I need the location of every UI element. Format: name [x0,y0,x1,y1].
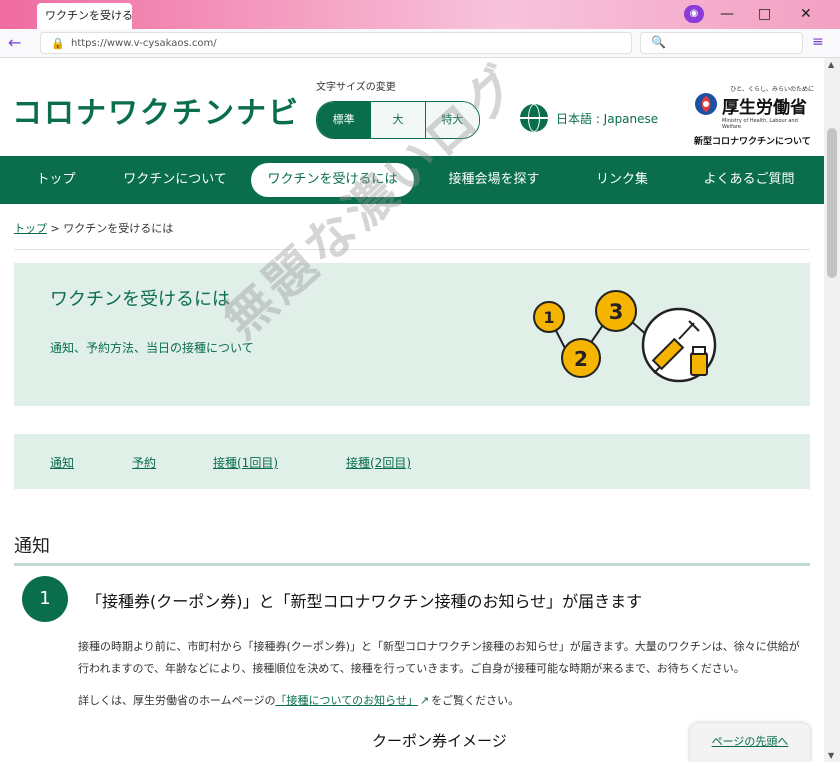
address-bar[interactable]: 🔒 https://www.v-cysakaos.com/ [40,32,632,54]
detail-prefix: 詳しくは、厚生労働省のホームページの [78,694,276,707]
font-size-large-button[interactable]: 大 [370,102,425,138]
browser-toolbar: ← 🔒 https://www.v-cysakaos.com/ 🔍 ≡ [0,29,840,58]
scrollbar-thumb[interactable] [827,128,837,278]
nav-item-faq[interactable]: よくあるご質問 [690,156,808,204]
font-size-label: 文字サイズの変更 [316,82,396,93]
anchor-first-dose[interactable]: 接種(1回目) [213,454,278,471]
close-icon[interactable]: ✕ [800,6,812,22]
search-icon: 🔍 [651,35,666,49]
breadcrumb-separator: > [50,222,64,235]
section-anchor-bar: 通知 予約 接種(1回目) 接種(2回目) [14,434,810,489]
private-browsing-icon: ◉ [684,5,704,23]
nav-item-links[interactable]: リンク集 [580,156,664,204]
breadcrumb-current: ワクチンを受けるには [63,222,174,235]
lock-icon: 🔒 [51,37,65,50]
back-to-top-button[interactable]: ページの先頭へ [690,723,810,762]
detail-suffix: をご覧ください。 [431,694,520,707]
page-viewport: コロナワクチンナビ 文字サイズの変更 標準 大 特大 日本語 : Japanes… [0,58,824,762]
language-selector[interactable]: 日本語 : Japanese [556,110,658,127]
step-one-label: 1 [543,308,554,327]
page-subtitle: 通知、予約方法、当日の接種について [50,341,254,355]
step-description: 接種の時期より前に、市町村から「接種券(クーポン券)」と「新型コロナワクチン接種… [78,640,800,675]
maximize-icon[interactable]: □ [758,6,771,22]
nav-item-get-vaccinated[interactable]: ワクチンを受けるには [251,163,414,197]
menu-icon[interactable]: ≡ [812,34,824,50]
mhlw-subtitle: 新型コロナワクチンについて [694,137,811,147]
url-text: https://www.v-cysakaos.com/ [71,38,217,49]
detail-text: 詳しくは、厚生労働省のホームページの「接種についてのお知らせ」 ↗ をご覧ください。 [78,692,519,708]
nav-item-find-venue[interactable]: 接種会場を探す [438,156,550,204]
mhlw-english-name: Ministry of Health, Labour and Welfare [722,118,798,130]
main-nav: トップ ワクチンについて ワクチンを受けるには 接種会場を探す リンク集 よくあ… [0,156,824,204]
page-scrollbar[interactable]: ▲ ▼ [824,58,840,762]
external-link-icon: ↗ [419,694,430,707]
section-underline [14,563,810,566]
scroll-up-icon[interactable]: ▲ [828,60,834,69]
nav-item-about-vaccine[interactable]: ワクチンについて [120,156,230,204]
step-title: 「接種券(クーポン券)」と「新型コロナワクチン接種のお知らせ」が届きます [86,592,643,611]
anchor-notice[interactable]: 通知 [50,454,74,471]
site-logo[interactable]: コロナワクチンナビ [12,88,300,132]
nav-item-top[interactable]: トップ [18,156,94,204]
vaccine-steps-illustration: 1 2 3 [533,290,717,383]
browser-titlebar: ワクチンを受けるに ◉ — □ ✕ [0,0,840,29]
breadcrumb-home[interactable]: トップ [14,222,47,235]
step-number-badge: 1 [22,576,68,622]
globe-icon[interactable] [520,104,548,132]
coupon-image-heading: クーポン券イメージ [372,732,507,750]
page-title: ワクチンを受けるには [50,289,230,310]
browser-tab[interactable]: ワクチンを受けるに [37,3,132,29]
anchor-second-dose[interactable]: 接種(2回目) [346,454,411,471]
mhlw-logo[interactable]: ひと、くらし、みらいのために 厚生労働省 Ministry of Health,… [694,84,814,147]
scroll-down-icon[interactable]: ▼ [828,751,834,760]
step-two-label: 2 [574,347,588,371]
font-size-switcher: 標準 大 特大 [316,101,480,139]
vaccination-notice-link[interactable]: 「接種についてのお知らせ」 [275,694,417,707]
mhlw-name: 厚生労働省 [722,98,807,118]
breadcrumb-divider [14,249,810,250]
vial-icon [690,346,708,376]
font-size-standard-button[interactable]: 標準 [317,102,371,138]
search-box[interactable]: 🔍 [640,32,803,54]
font-size-xlarge-button[interactable]: 特大 [424,102,479,138]
hero-banner: ワクチンを受けるには 通知、予約方法、当日の接種について 1 2 3 [14,263,810,406]
step-three-label: 3 [609,300,624,324]
back-icon[interactable]: ← [8,33,21,52]
breadcrumb: トップ > ワクチンを受けるには [14,220,173,236]
minimize-icon[interactable]: — [720,6,734,22]
mhlw-mark-icon [695,93,717,115]
section-title: 通知 [14,536,50,557]
anchor-reservation[interactable]: 予約 [132,454,156,471]
